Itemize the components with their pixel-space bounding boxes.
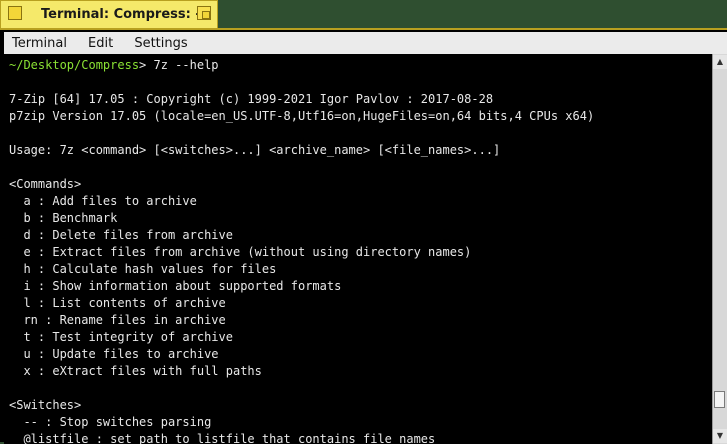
output-line: t : Test integrity of archive — [9, 330, 233, 344]
output-line: u : Update files to archive — [9, 347, 219, 361]
scroll-up-icon[interactable]: ▲ — [713, 55, 727, 69]
menu-settings[interactable]: Settings — [126, 32, 195, 52]
vertical-scrollbar[interactable]: ▲ ▼ — [712, 54, 727, 444]
output-line: @listfile : set path to listfile that co… — [9, 432, 436, 444]
menubar: Terminal Edit Settings — [4, 32, 727, 55]
output-line: e : Extract files from archive (without … — [9, 245, 472, 259]
menu-terminal[interactable]: Terminal — [4, 32, 75, 52]
prompt-line: ~/Desktop/Compress> 7z --help — [9, 57, 219, 74]
output-line: a : Add files to archive — [9, 194, 197, 208]
output-line: 7-Zip [64] 17.05 : Copyright (c) 1999-20… — [9, 92, 494, 106]
prompt-command: 7z --help — [146, 58, 219, 72]
menu-edit[interactable]: Edit — [80, 32, 121, 52]
output-line: b : Benchmark — [9, 211, 118, 225]
prompt-path: ~/Desktop/Compress — [9, 58, 140, 72]
output-line: h : Calculate hash values for files — [9, 262, 277, 276]
scroll-down-icon[interactable]: ▼ — [713, 429, 727, 443]
terminal-output[interactable]: ~/Desktop/Compress> 7z --help 7-Zip [64]… — [4, 54, 712, 444]
output-line: Usage: 7z <command> [<switches>...] <arc… — [9, 143, 501, 157]
output-line: -- : Stop switches parsing — [9, 415, 212, 429]
output-line: rn : Rename files in archive — [9, 313, 226, 327]
output-line: x : eXtract files with full paths — [9, 364, 262, 378]
output-line: <Switches> — [9, 398, 82, 412]
terminal-window: Terminal Edit Settings ~/Desktop/Compres… — [0, 28, 727, 444]
output-line: l : List contents of archive — [9, 296, 226, 310]
maximize-icon[interactable] — [197, 6, 211, 20]
window-title-tab[interactable]: Terminal: Compress: -- — [0, 0, 218, 28]
window-title: Terminal: Compress: -- — [41, 7, 207, 22]
output-line: i : Show information about supported for… — [9, 279, 342, 293]
output-line: p7zip Version 17.05 (locale=en_US.UTF-8,… — [9, 109, 595, 123]
output-line: <Commands> — [9, 177, 82, 191]
output-line: d : Delete files from archive — [9, 228, 233, 242]
scroll-thumb[interactable] — [714, 391, 725, 408]
window-menu-icon[interactable] — [8, 6, 22, 20]
